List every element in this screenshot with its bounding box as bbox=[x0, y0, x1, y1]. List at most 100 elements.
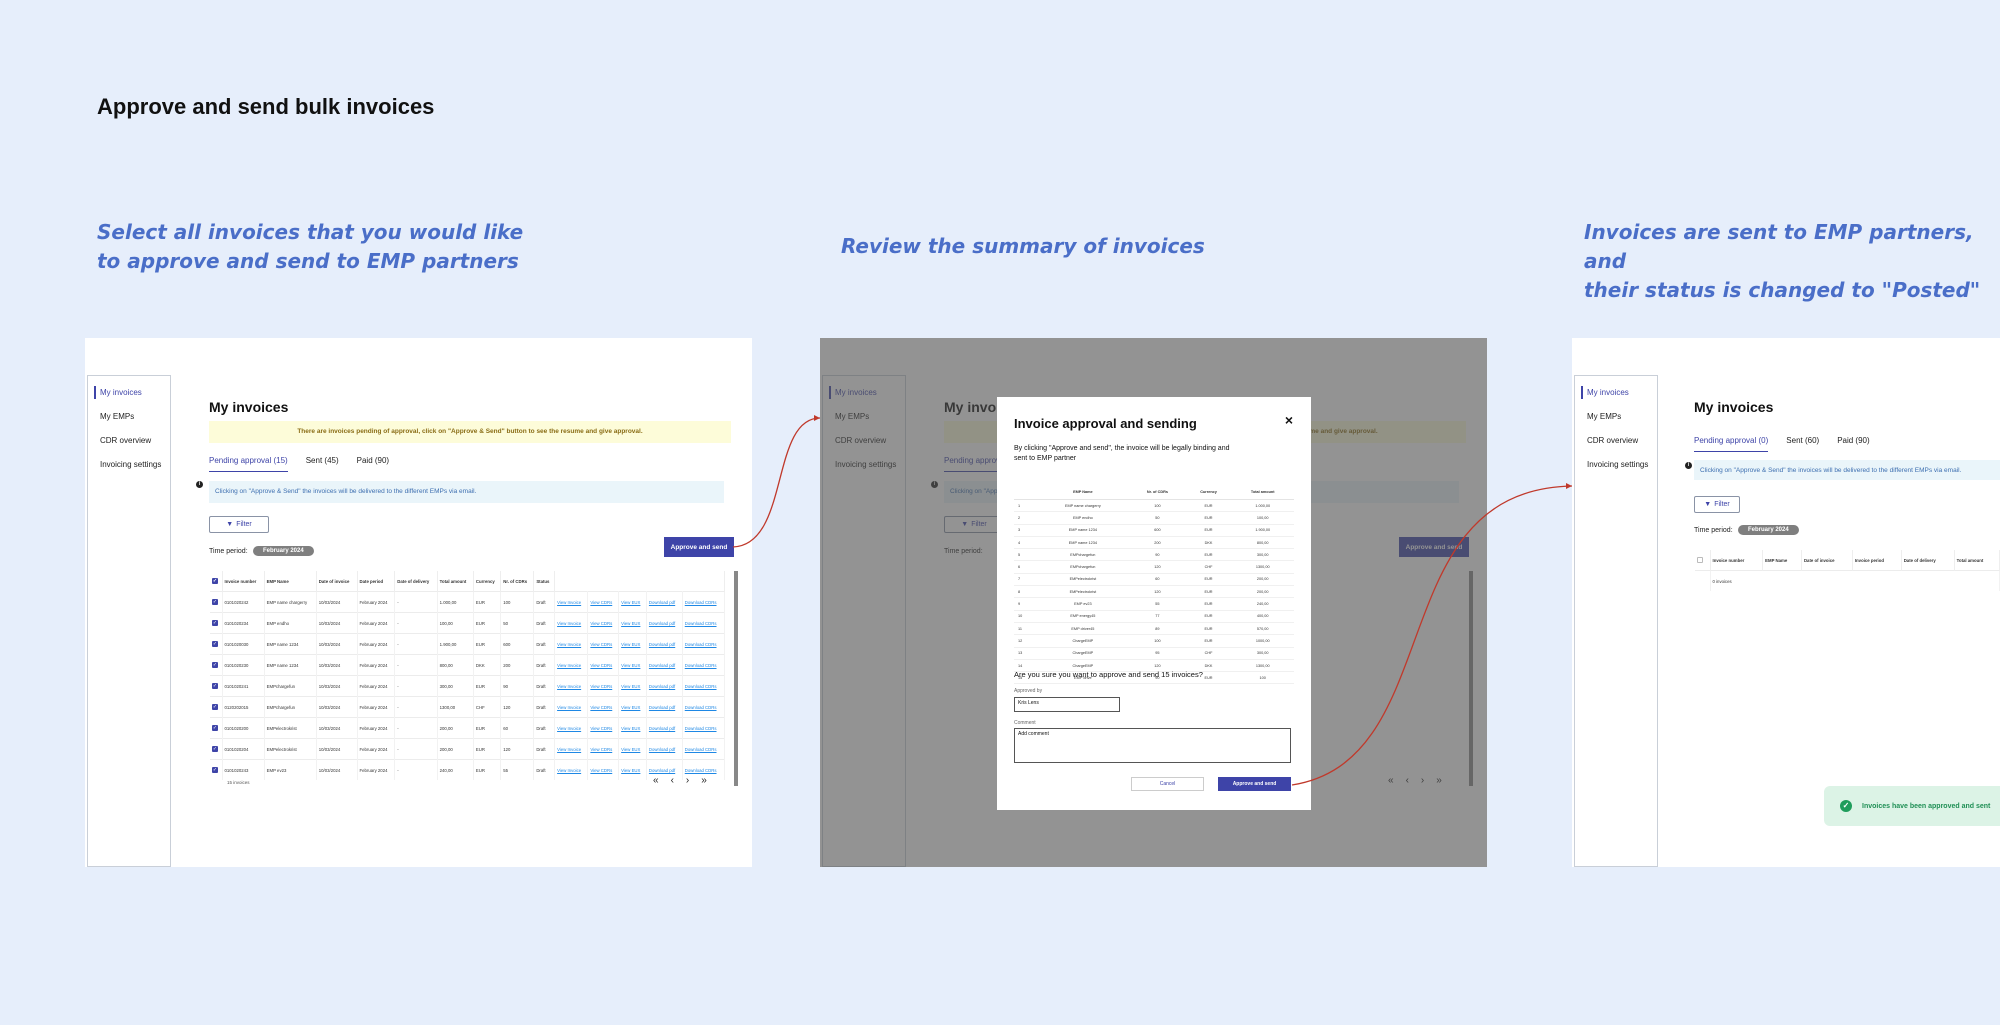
summary-row: 4 EMP name 1234 200 DKK 800,00 bbox=[1014, 536, 1294, 550]
view-eux-link[interactable]: View EUX bbox=[618, 759, 647, 780]
download-cdrs-link[interactable]: Download CDRs bbox=[682, 675, 726, 697]
step-3-caption: Invoices are sent to EMP partners, and t… bbox=[1584, 220, 1981, 302]
view-cdrs-link[interactable]: View CDRs bbox=[587, 654, 620, 676]
view-cdrs-link[interactable]: View CDRs bbox=[587, 633, 620, 655]
view-eux-link[interactable]: View EUX bbox=[618, 738, 647, 760]
pager-prev-icon[interactable]: ‹ bbox=[671, 775, 674, 786]
view-eux-link[interactable]: View EUX bbox=[618, 654, 647, 676]
table-row[interactable]: ✓ 0101020204 EMPelectrokrist 10/03/2024 Febr… bbox=[210, 738, 726, 760]
sidebar-item-invoicing-settings[interactable]: Invoicing settings bbox=[1587, 460, 1648, 469]
tab-sent[interactable]: Sent (45) bbox=[306, 456, 339, 472]
download-pdf-link[interactable]: Download pdf bbox=[646, 633, 683, 655]
modal-approve-button[interactable]: Approve and send bbox=[1218, 777, 1291, 791]
view-cdrs-link[interactable]: View CDRs bbox=[587, 717, 620, 739]
table-row[interactable]: ✓ 0101020230 EMP name 1234 10/03/2024 Februa… bbox=[210, 654, 726, 676]
row-checkbox[interactable]: ✓ bbox=[210, 654, 223, 676]
tab-paid[interactable]: Paid (90) bbox=[1837, 436, 1869, 452]
approved-by-input[interactable]: Kris Lens bbox=[1014, 697, 1120, 712]
download-cdrs-link[interactable]: Download CDRs bbox=[682, 591, 726, 613]
download-cdrs-link[interactable]: Download CDRs bbox=[682, 717, 726, 739]
comment-input[interactable]: Add comment bbox=[1014, 728, 1291, 763]
sidebar-item-my-invoices[interactable]: My invoices bbox=[1581, 386, 1629, 399]
download-cdrs-link[interactable]: Download CDRs bbox=[682, 696, 726, 718]
pager-next-icon[interactable]: › bbox=[686, 775, 689, 786]
tab-pending-approval[interactable]: Pending approval (0) bbox=[1694, 436, 1769, 452]
sidebar-item-my-invoices[interactable]: My invoices bbox=[94, 386, 142, 399]
view-eux-link[interactable]: View EUX bbox=[618, 591, 647, 613]
view-eux-link[interactable]: View EUX bbox=[618, 675, 647, 697]
view-invoice-link[interactable]: View Invoice bbox=[554, 696, 589, 718]
table-row[interactable]: ✓ 0120202015 EMPchargefun 10/03/2024 Februar… bbox=[210, 696, 726, 718]
view-cdrs-link[interactable]: View CDRs bbox=[587, 738, 620, 760]
download-pdf-link[interactable]: Download pdf bbox=[646, 612, 683, 634]
approve-and-send-button[interactable]: Approve and send bbox=[664, 537, 734, 557]
view-eux-link[interactable]: View EUX bbox=[618, 633, 647, 655]
view-eux-link[interactable]: View EUX bbox=[618, 612, 647, 634]
time-period-chip[interactable]: February 2024 bbox=[1738, 525, 1799, 535]
sidebar-item-my-emps[interactable]: My EMPs bbox=[100, 412, 134, 421]
table-scrollbar[interactable] bbox=[734, 571, 738, 786]
download-pdf-link[interactable]: Download pdf bbox=[646, 717, 683, 739]
view-invoice-link[interactable]: View Invoice bbox=[554, 654, 589, 676]
cell-date-period: February 2024 bbox=[357, 633, 396, 655]
download-pdf-link[interactable]: Download pdf bbox=[646, 591, 683, 613]
tab-sent[interactable]: Sent (60) bbox=[1786, 436, 1819, 452]
view-invoice-link[interactable]: View Invoice bbox=[554, 759, 589, 780]
view-cdrs-link[interactable]: View CDRs bbox=[587, 675, 620, 697]
table-row[interactable]: ✓ 0101020242 EMP name chargerry 10/03/2024 F… bbox=[210, 591, 726, 613]
cell-emp-name: ChargeEMP bbox=[1036, 647, 1130, 660]
row-checkbox[interactable]: ✓ bbox=[210, 717, 223, 739]
download-pdf-link[interactable]: Download pdf bbox=[646, 654, 683, 676]
cancel-button[interactable]: Cancel bbox=[1131, 777, 1204, 791]
sidebar-item-cdr-overview[interactable]: CDR overview bbox=[100, 436, 151, 445]
view-invoice-link[interactable]: View Invoice bbox=[554, 675, 589, 697]
view-invoice-link[interactable]: View Invoice bbox=[554, 591, 589, 613]
filter-button[interactable]: ▼ Filter bbox=[1694, 496, 1740, 513]
download-cdrs-link[interactable]: Download CDRs bbox=[682, 654, 726, 676]
close-icon[interactable]: × bbox=[1285, 412, 1293, 428]
view-invoice-link[interactable]: View Invoice bbox=[554, 633, 589, 655]
download-cdrs-link[interactable]: Download CDRs bbox=[682, 612, 726, 634]
sidebar-item-cdr-overview[interactable]: CDR overview bbox=[1587, 436, 1638, 445]
row-checkbox[interactable]: ✓ bbox=[210, 738, 223, 760]
tab-paid[interactable]: Paid (90) bbox=[357, 456, 389, 472]
view-eux-link[interactable]: View EUX bbox=[618, 717, 647, 739]
download-pdf-link[interactable]: Download pdf bbox=[646, 738, 683, 760]
view-cdrs-link[interactable]: View CDRs bbox=[587, 696, 620, 718]
sidebar-item-my-emps[interactable]: My EMPs bbox=[1587, 412, 1621, 421]
download-pdf-link[interactable]: Download pdf bbox=[646, 675, 683, 697]
download-cdrs-link[interactable]: Download CDRs bbox=[682, 633, 726, 655]
cell-total-amount: 100,00 bbox=[437, 612, 474, 634]
download-cdrs-link[interactable]: Download CDRs bbox=[682, 738, 726, 760]
filter-button[interactable]: ▼ Filter bbox=[209, 516, 269, 533]
view-cdrs-link[interactable]: View CDRs bbox=[587, 759, 620, 780]
table-row[interactable]: ✓ 0101020243 EMP ev23 10/03/2024 February 20… bbox=[210, 759, 726, 780]
view-cdrs-link[interactable]: View CDRs bbox=[587, 591, 620, 613]
pager-last-icon[interactable]: » bbox=[701, 775, 707, 786]
sidebar-item-invoicing-settings[interactable]: Invoicing settings bbox=[100, 460, 161, 469]
cell-total-amount: 800,00 bbox=[1231, 536, 1294, 550]
table-row[interactable]: ✓ 0101020234 EMP endho 10/03/2024 February 2… bbox=[210, 612, 726, 634]
select-all-checkbox[interactable] bbox=[1695, 550, 1711, 571]
table-row[interactable]: ✓ 0101020241 EMPchargefun 10/03/2024 Februar… bbox=[210, 675, 726, 697]
table-row[interactable]: ✓ 0101020030 EMP name 1234 10/03/2024 Februa… bbox=[210, 633, 726, 655]
view-eux-link[interactable]: View EUX bbox=[618, 696, 647, 718]
row-checkbox[interactable]: ✓ bbox=[210, 675, 223, 697]
row-checkbox[interactable]: ✓ bbox=[210, 696, 223, 718]
view-cdrs-link[interactable]: View CDRs bbox=[587, 612, 620, 634]
view-invoice-link[interactable]: View Invoice bbox=[554, 717, 589, 739]
tab-pending-approval[interactable]: Pending approval (15) bbox=[209, 456, 288, 472]
time-period-chip[interactable]: February 2024 bbox=[253, 546, 314, 556]
summary-row: 9 EMP ev23 55 EUR 240,00 bbox=[1014, 597, 1294, 611]
cell-currency: EUR bbox=[1185, 622, 1232, 636]
view-invoice-link[interactable]: View Invoice bbox=[554, 738, 589, 760]
table-row[interactable]: ✓ 0101020200 EMPelectrokrist 10/03/2024 Febr… bbox=[210, 717, 726, 739]
view-invoice-link[interactable]: View Invoice bbox=[554, 612, 589, 634]
row-checkbox[interactable]: ✓ bbox=[210, 612, 223, 634]
row-checkbox[interactable]: ✓ bbox=[210, 633, 223, 655]
pager-first-icon[interactable]: « bbox=[653, 775, 659, 786]
row-checkbox[interactable]: ✓ bbox=[210, 759, 223, 780]
row-checkbox[interactable]: ✓ bbox=[210, 591, 223, 613]
select-all-checkbox[interactable]: ✓ bbox=[210, 571, 223, 592]
download-pdf-link[interactable]: Download pdf bbox=[646, 696, 683, 718]
